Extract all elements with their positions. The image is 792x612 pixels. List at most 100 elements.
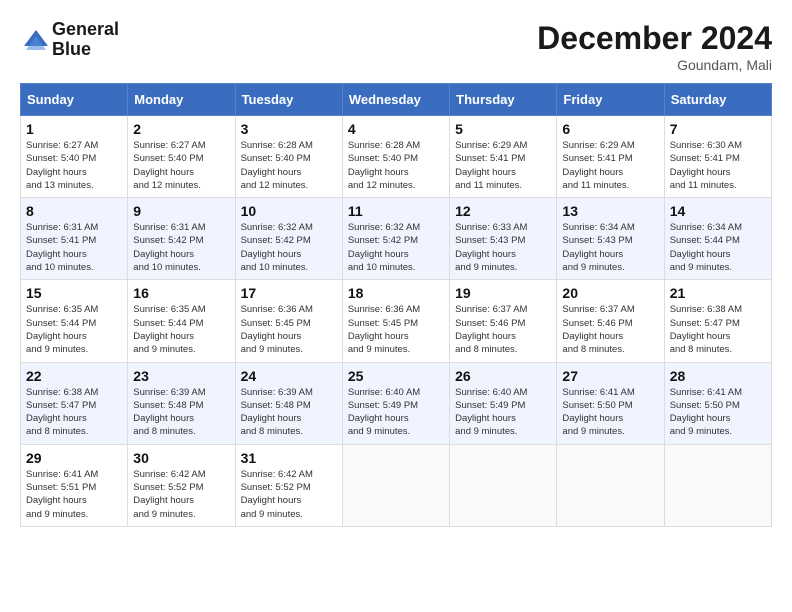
day-number: 22 (26, 368, 122, 384)
day-number: 15 (26, 285, 122, 301)
day-info: Sunrise: 6:37 AM Sunset: 5:46 PM Dayligh… (455, 303, 551, 356)
day-number: 5 (455, 121, 551, 137)
weekday-header-wednesday: Wednesday (342, 84, 449, 116)
calendar-cell: 30 Sunrise: 6:42 AM Sunset: 5:52 PM Dayl… (128, 444, 235, 526)
calendar-cell: 2 Sunrise: 6:27 AM Sunset: 5:40 PM Dayli… (128, 116, 235, 198)
day-info: Sunrise: 6:33 AM Sunset: 5:43 PM Dayligh… (455, 221, 551, 274)
day-number: 7 (670, 121, 766, 137)
calendar-cell (557, 444, 664, 526)
calendar-cell: 22 Sunrise: 6:38 AM Sunset: 5:47 PM Dayl… (21, 362, 128, 444)
calendar-week-row: 22 Sunrise: 6:38 AM Sunset: 5:47 PM Dayl… (21, 362, 772, 444)
calendar-cell (664, 444, 771, 526)
calendar-week-row: 29 Sunrise: 6:41 AM Sunset: 5:51 PM Dayl… (21, 444, 772, 526)
day-info: Sunrise: 6:29 AM Sunset: 5:41 PM Dayligh… (562, 139, 658, 192)
day-info: Sunrise: 6:35 AM Sunset: 5:44 PM Dayligh… (133, 303, 229, 356)
weekday-header-sunday: Sunday (21, 84, 128, 116)
day-number: 11 (348, 203, 444, 219)
weekday-header-tuesday: Tuesday (235, 84, 342, 116)
day-number: 16 (133, 285, 229, 301)
day-info: Sunrise: 6:31 AM Sunset: 5:41 PM Dayligh… (26, 221, 122, 274)
day-number: 24 (241, 368, 337, 384)
calendar-cell: 28 Sunrise: 6:41 AM Sunset: 5:50 PM Dayl… (664, 362, 771, 444)
day-number: 31 (241, 450, 337, 466)
logo-icon (20, 26, 48, 54)
calendar-cell: 7 Sunrise: 6:30 AM Sunset: 5:41 PM Dayli… (664, 116, 771, 198)
day-info: Sunrise: 6:36 AM Sunset: 5:45 PM Dayligh… (348, 303, 444, 356)
day-info: Sunrise: 6:29 AM Sunset: 5:41 PM Dayligh… (455, 139, 551, 192)
calendar-cell: 11 Sunrise: 6:32 AM Sunset: 5:42 PM Dayl… (342, 198, 449, 280)
day-info: Sunrise: 6:34 AM Sunset: 5:43 PM Dayligh… (562, 221, 658, 274)
weekday-header-row: SundayMondayTuesdayWednesdayThursdayFrid… (21, 84, 772, 116)
calendar-cell: 10 Sunrise: 6:32 AM Sunset: 5:42 PM Dayl… (235, 198, 342, 280)
calendar-cell: 26 Sunrise: 6:40 AM Sunset: 5:49 PM Dayl… (450, 362, 557, 444)
calendar-cell: 3 Sunrise: 6:28 AM Sunset: 5:40 PM Dayli… (235, 116, 342, 198)
calendar-cell: 6 Sunrise: 6:29 AM Sunset: 5:41 PM Dayli… (557, 116, 664, 198)
calendar-cell: 19 Sunrise: 6:37 AM Sunset: 5:46 PM Dayl… (450, 280, 557, 362)
day-number: 4 (348, 121, 444, 137)
location: Goundam, Mali (537, 57, 772, 73)
day-number: 21 (670, 285, 766, 301)
calendar-cell: 24 Sunrise: 6:39 AM Sunset: 5:48 PM Dayl… (235, 362, 342, 444)
calendar-week-row: 8 Sunrise: 6:31 AM Sunset: 5:41 PM Dayli… (21, 198, 772, 280)
day-number: 13 (562, 203, 658, 219)
day-number: 12 (455, 203, 551, 219)
day-number: 10 (241, 203, 337, 219)
calendar-cell: 31 Sunrise: 6:42 AM Sunset: 5:52 PM Dayl… (235, 444, 342, 526)
header: General Blue December 2024 Goundam, Mali (20, 20, 772, 73)
calendar-cell: 13 Sunrise: 6:34 AM Sunset: 5:43 PM Dayl… (557, 198, 664, 280)
day-number: 28 (670, 368, 766, 384)
day-info: Sunrise: 6:28 AM Sunset: 5:40 PM Dayligh… (348, 139, 444, 192)
calendar-cell: 25 Sunrise: 6:40 AM Sunset: 5:49 PM Dayl… (342, 362, 449, 444)
day-info: Sunrise: 6:40 AM Sunset: 5:49 PM Dayligh… (348, 386, 444, 439)
day-info: Sunrise: 6:41 AM Sunset: 5:51 PM Dayligh… (26, 468, 122, 521)
day-info: Sunrise: 6:36 AM Sunset: 5:45 PM Dayligh… (241, 303, 337, 356)
calendar-cell: 5 Sunrise: 6:29 AM Sunset: 5:41 PM Dayli… (450, 116, 557, 198)
calendar-table: SundayMondayTuesdayWednesdayThursdayFrid… (20, 83, 772, 527)
day-info: Sunrise: 6:39 AM Sunset: 5:48 PM Dayligh… (241, 386, 337, 439)
calendar-cell (342, 444, 449, 526)
day-number: 18 (348, 285, 444, 301)
day-number: 3 (241, 121, 337, 137)
day-number: 29 (26, 450, 122, 466)
logo: General Blue (20, 20, 119, 60)
calendar-cell (450, 444, 557, 526)
logo-text: General Blue (52, 20, 119, 60)
day-number: 17 (241, 285, 337, 301)
day-number: 23 (133, 368, 229, 384)
calendar-week-row: 1 Sunrise: 6:27 AM Sunset: 5:40 PM Dayli… (21, 116, 772, 198)
day-info: Sunrise: 6:37 AM Sunset: 5:46 PM Dayligh… (562, 303, 658, 356)
day-number: 19 (455, 285, 551, 301)
day-info: Sunrise: 6:41 AM Sunset: 5:50 PM Dayligh… (562, 386, 658, 439)
day-info: Sunrise: 6:40 AM Sunset: 5:49 PM Dayligh… (455, 386, 551, 439)
calendar-cell: 20 Sunrise: 6:37 AM Sunset: 5:46 PM Dayl… (557, 280, 664, 362)
calendar-week-row: 15 Sunrise: 6:35 AM Sunset: 5:44 PM Dayl… (21, 280, 772, 362)
weekday-header-thursday: Thursday (450, 84, 557, 116)
calendar-cell: 27 Sunrise: 6:41 AM Sunset: 5:50 PM Dayl… (557, 362, 664, 444)
day-info: Sunrise: 6:39 AM Sunset: 5:48 PM Dayligh… (133, 386, 229, 439)
calendar-cell: 17 Sunrise: 6:36 AM Sunset: 5:45 PM Dayl… (235, 280, 342, 362)
day-info: Sunrise: 6:31 AM Sunset: 5:42 PM Dayligh… (133, 221, 229, 274)
day-info: Sunrise: 6:38 AM Sunset: 5:47 PM Dayligh… (670, 303, 766, 356)
weekday-header-saturday: Saturday (664, 84, 771, 116)
title-area: December 2024 Goundam, Mali (537, 20, 772, 73)
day-info: Sunrise: 6:42 AM Sunset: 5:52 PM Dayligh… (133, 468, 229, 521)
day-number: 14 (670, 203, 766, 219)
day-info: Sunrise: 6:42 AM Sunset: 5:52 PM Dayligh… (241, 468, 337, 521)
day-number: 30 (133, 450, 229, 466)
day-number: 26 (455, 368, 551, 384)
calendar-cell: 15 Sunrise: 6:35 AM Sunset: 5:44 PM Dayl… (21, 280, 128, 362)
day-info: Sunrise: 6:27 AM Sunset: 5:40 PM Dayligh… (133, 139, 229, 192)
day-info: Sunrise: 6:41 AM Sunset: 5:50 PM Dayligh… (670, 386, 766, 439)
month-title: December 2024 (537, 20, 772, 57)
calendar-cell: 29 Sunrise: 6:41 AM Sunset: 5:51 PM Dayl… (21, 444, 128, 526)
day-info: Sunrise: 6:30 AM Sunset: 5:41 PM Dayligh… (670, 139, 766, 192)
calendar-cell: 14 Sunrise: 6:34 AM Sunset: 5:44 PM Dayl… (664, 198, 771, 280)
day-info: Sunrise: 6:38 AM Sunset: 5:47 PM Dayligh… (26, 386, 122, 439)
calendar-cell: 8 Sunrise: 6:31 AM Sunset: 5:41 PM Dayli… (21, 198, 128, 280)
day-info: Sunrise: 6:28 AM Sunset: 5:40 PM Dayligh… (241, 139, 337, 192)
day-number: 8 (26, 203, 122, 219)
day-number: 6 (562, 121, 658, 137)
day-number: 1 (26, 121, 122, 137)
day-number: 25 (348, 368, 444, 384)
day-info: Sunrise: 6:32 AM Sunset: 5:42 PM Dayligh… (241, 221, 337, 274)
